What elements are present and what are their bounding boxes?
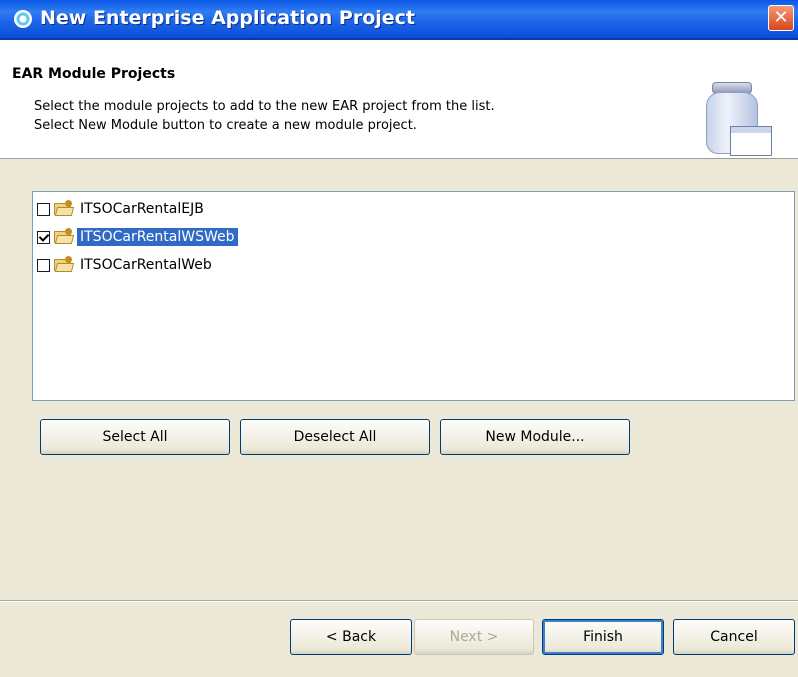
module-checkbox[interactable] — [37, 230, 50, 244]
close-button[interactable]: ✕ — [768, 5, 794, 31]
description-line-2: Select New Module button to create a new… — [34, 118, 417, 133]
module-label: ITSOCarRentalEJB — [80, 201, 204, 217]
title-bar[interactable]: New Enterprise Application Project ✕ — [0, 0, 798, 40]
next-button[interactable]: Next > — [414, 619, 534, 655]
project-folder-icon — [53, 200, 75, 217]
module-list[interactable]: ITSOCarRentalEJB ITSOCarRentalWSWeb ITSO… — [32, 191, 795, 401]
list-item[interactable]: ITSOCarRentalEJB — [37, 198, 207, 220]
new-module-button[interactable]: New Module... — [440, 419, 630, 455]
project-folder-icon — [53, 228, 75, 245]
window-title: New Enterprise Application Project — [40, 7, 415, 29]
cancel-button[interactable]: Cancel — [673, 619, 795, 655]
list-item[interactable]: ITSOCarRentalWeb — [37, 254, 215, 276]
finish-button[interactable]: Finish — [542, 619, 664, 655]
module-checkbox[interactable] — [37, 202, 50, 216]
project-folder-icon — [53, 256, 75, 273]
page-description: Select the module projects to add to the… — [34, 97, 495, 135]
list-item[interactable]: ITSOCarRentalWSWeb — [37, 226, 238, 248]
module-checkbox[interactable] — [37, 258, 50, 272]
select-all-button[interactable]: Select All — [40, 419, 230, 455]
jar-window-icon — [704, 82, 772, 156]
app-icon — [14, 10, 32, 28]
module-label: ITSOCarRentalWeb — [80, 257, 212, 273]
wizard-body: ITSOCarRentalEJB ITSOCarRentalWSWeb ITSO… — [0, 159, 798, 677]
page-title: EAR Module Projects — [12, 66, 176, 82]
description-line-1: Select the module projects to add to the… — [34, 99, 495, 114]
wizard-header: EAR Module Projects Select the module pr… — [0, 40, 798, 159]
back-button[interactable]: < Back — [290, 619, 412, 655]
deselect-all-button[interactable]: Deselect All — [240, 419, 430, 455]
module-label: ITSOCarRentalWSWeb — [77, 228, 238, 246]
separator — [0, 600, 798, 602]
